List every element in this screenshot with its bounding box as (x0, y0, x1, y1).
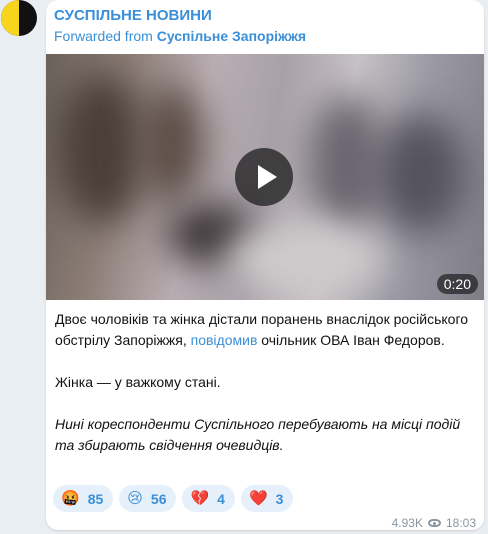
message-bubble: СУСПІЛЬНЕ НОВИНИ Forwarded from Суспільн… (46, 0, 484, 530)
reactions-bar: 🤬 85 😢 56 💔 4 ❤️ 3 (53, 485, 294, 512)
message-time: 18:03 (445, 516, 476, 530)
video-preview[interactable]: 0:20 (46, 54, 484, 300)
angry-face-icon: 🤬 (61, 489, 80, 507)
forwarded-prefix: Forwarded from (54, 28, 153, 44)
heart-icon: ❤️ (248, 489, 268, 507)
reaction-crying[interactable]: 😢 56 (119, 485, 177, 512)
video-duration: 0:20 (436, 274, 478, 294)
message-paragraph-2: Жінка — у важкому стані. (55, 374, 221, 390)
channel-name[interactable]: СУСПІЛЬНЕ НОВИНИ (54, 7, 212, 24)
message-meta: 4.93K 18:03 (392, 516, 476, 530)
message-paragraph-1: Двоє чоловіків та жінка дістали поранень… (55, 309, 475, 351)
message-link[interactable]: повідомив (191, 332, 258, 348)
channel-avatar[interactable] (1, 0, 37, 36)
forwarded-source-link[interactable]: Суспільне Запоріжжя (157, 28, 306, 44)
forwarded-from: Forwarded from Суспільне Запоріжжя (54, 28, 306, 44)
reaction-heart[interactable]: ❤️ 3 (240, 485, 294, 512)
avatar-yellow-half (1, 0, 19, 36)
reaction-count: 85 (87, 490, 104, 507)
message-text: Двоє чоловіків та жінка дістали поранень… (55, 309, 475, 477)
eye-icon (427, 519, 441, 527)
play-button[interactable] (235, 148, 293, 206)
message-p1-part2: очільник ОВА Іван Федоров. (257, 332, 445, 348)
crying-face-icon: 😢 (127, 489, 143, 507)
view-count: 4.93K (391, 516, 423, 530)
reaction-broken-heart[interactable]: 💔 4 (182, 485, 235, 512)
broken-heart-icon: 💔 (190, 489, 210, 507)
reaction-count: 3 (275, 490, 284, 507)
reaction-count: 4 (217, 490, 225, 507)
reaction-count: 56 (150, 490, 167, 507)
message-paragraph-3: Нині кореспонденти Суспільного перебуваю… (55, 416, 461, 453)
reaction-angry[interactable]: 🤬 85 (53, 485, 114, 512)
